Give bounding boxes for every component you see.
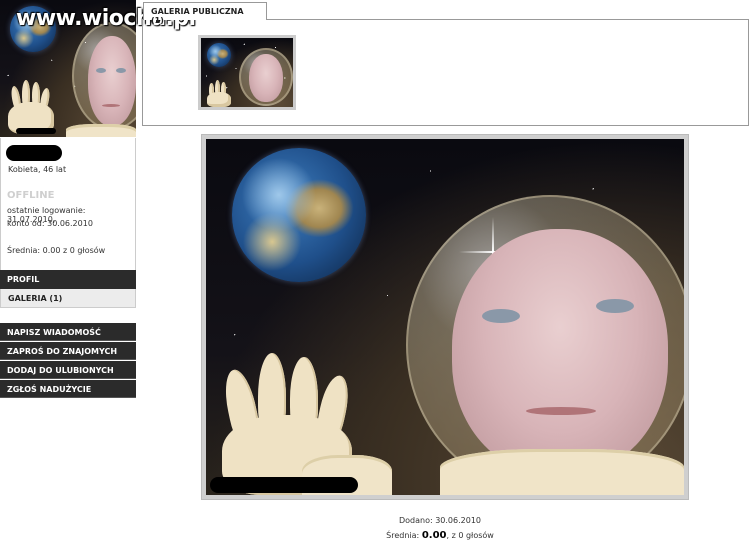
send-message-button[interactable]: NAPISZ WIADOMOŚĆ — [0, 323, 136, 341]
photo-rating-value: 0.00 — [421, 530, 447, 541]
report-abuse-button[interactable]: ZGŁOŚ NADUŻYCIE — [0, 380, 136, 398]
profile-gender-age: Kobieta, 46 lat — [8, 165, 67, 174]
censor-bar — [210, 477, 358, 493]
photo-added-date: Dodano: 30.06.2010 — [398, 516, 482, 525]
add-favorites-button[interactable]: DODAJ DO ULUBIONYCH — [0, 361, 136, 379]
nav-item-profil[interactable]: PROFIL — [0, 270, 136, 289]
username-censor-bar — [6, 145, 62, 161]
profile-rating: Średnia: 0.00 z 0 głosów — [7, 246, 106, 255]
main-photo-frame — [201, 134, 689, 500]
status-badge: OFFLINE — [7, 190, 55, 201]
censor-bar — [16, 128, 56, 134]
photo-rating: Średnia: 0.00, z 0 głosów — [340, 530, 540, 541]
invite-friend-button[interactable]: ZAPROŚ DO ZNAJOMYCH — [0, 342, 136, 360]
gallery-thumbnail[interactable] — [198, 35, 296, 110]
face-image — [88, 36, 136, 126]
tab-public-gallery[interactable]: GALERIA PUBLICZNA (1) — [143, 2, 267, 25]
main-photo[interactable] — [206, 139, 684, 495]
nav-item-galeria[interactable]: GALERIA (1) — [0, 289, 136, 308]
photo-rating-prefix: Średnia: — [386, 531, 420, 540]
earth-image — [232, 148, 366, 282]
photo-rating-suffix: , z 0 głosów — [446, 531, 494, 540]
face-image — [452, 229, 668, 475]
account-since: konto od: 30.06.2010 — [7, 219, 93, 228]
